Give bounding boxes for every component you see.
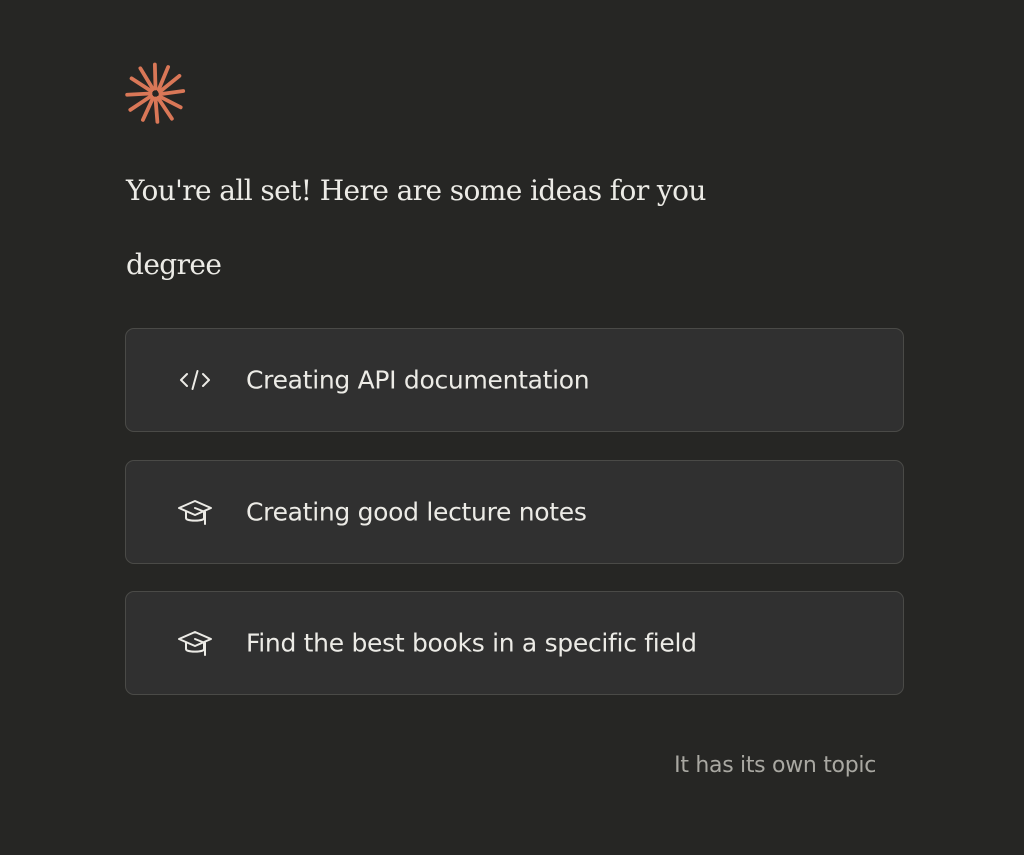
greeting-title: You're all set! Here are some ideas for … [126,174,706,207]
graduation-cap-icon [176,493,214,531]
suggestion-card-api-docs[interactable]: Creating API documentation [125,328,904,432]
suggestion-label: Find the best books in a specific field [246,628,697,658]
suggestion-card-best-books[interactable]: Find the best books in a specific field [125,591,904,695]
suggestion-label: Creating API documentation [246,365,590,395]
own-topic-link[interactable]: It has its own topic [674,753,876,778]
suggestion-label: Creating good lecture notes [246,497,587,527]
topic-label: degree [126,248,222,281]
sparkle-burst-icon [125,62,186,124]
graduation-cap-icon [176,624,214,662]
suggestion-card-lecture-notes[interactable]: Creating good lecture notes [125,460,904,564]
code-brackets-icon [176,361,214,399]
